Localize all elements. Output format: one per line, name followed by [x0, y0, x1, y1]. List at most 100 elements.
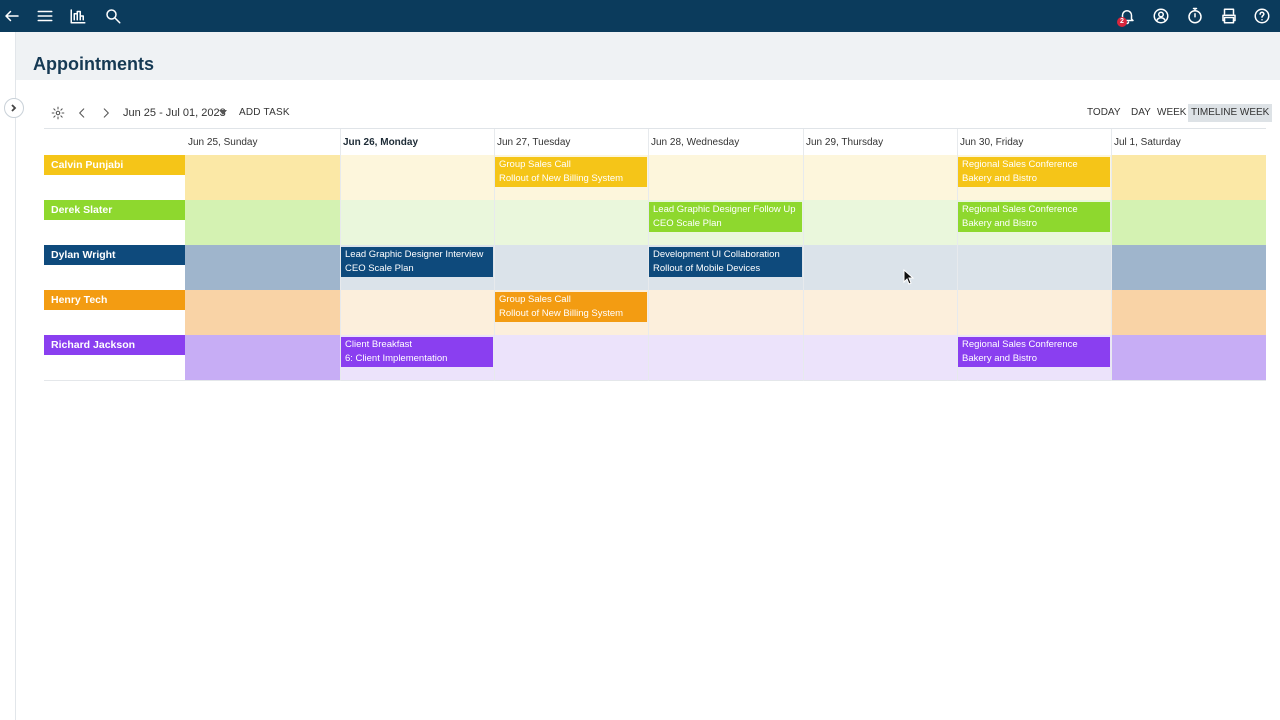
column-divider	[340, 129, 341, 381]
appointment-subtitle: CEO Scale Plan	[653, 218, 722, 229]
schedule-cell[interactable]	[957, 245, 1111, 290]
left-rail	[0, 32, 16, 720]
schedule-cell[interactable]	[803, 290, 957, 335]
appointment-title: Group Sales Call	[499, 159, 571, 170]
chevron-right-icon	[103, 108, 109, 118]
schedule-cell[interactable]	[803, 335, 957, 380]
chevron-left-icon	[79, 108, 85, 118]
add-task-button[interactable]: ADD TASK	[239, 107, 290, 118]
view-week-button[interactable]: WEEK	[1154, 104, 1189, 122]
schedule-cell[interactable]	[494, 245, 648, 290]
schedule-cell[interactable]	[494, 335, 648, 380]
schedule-cell[interactable]	[803, 245, 957, 290]
appointment-subtitle: Rollout of New Billing System	[499, 173, 624, 184]
resource-label[interactable]: Richard Jackson	[44, 335, 185, 355]
resource-label[interactable]: Dylan Wright	[44, 245, 185, 265]
user-circle-icon[interactable]	[1149, 4, 1173, 28]
day-header: Jun 25, Sunday	[188, 137, 258, 148]
schedule-cell[interactable]	[185, 290, 340, 335]
resource-label[interactable]: Calvin Punjabi	[44, 155, 185, 175]
appointment-event[interactable]: Development UI Collaboration Rollout of M…	[649, 247, 802, 277]
schedule-cell[interactable]	[1111, 155, 1266, 200]
page-header	[16, 32, 1280, 80]
appointment-title: Lead Graphic Designer Interview	[345, 249, 484, 260]
column-divider	[1111, 129, 1112, 381]
appointment-event[interactable]: Regional Sales Conference Bakery and Bist…	[958, 157, 1110, 187]
column-divider	[957, 129, 958, 381]
appointment-title: Lead Graphic Designer Follow Up	[653, 204, 796, 215]
appointment-title: Regional Sales Conference	[962, 339, 1078, 350]
appointment-subtitle: Rollout of New Billing System	[499, 308, 624, 319]
day-header: Jul 1, Saturday	[1114, 137, 1181, 148]
help-icon[interactable]	[1250, 4, 1274, 28]
appointment-title: Regional Sales Conference	[962, 204, 1078, 215]
grid-top-border	[44, 128, 1266, 129]
column-divider	[803, 129, 804, 381]
appointment-subtitle: 6: Client Implementation	[345, 353, 448, 364]
schedule-cell[interactable]	[1111, 335, 1266, 380]
appointment-event[interactable]: Group Sales Call Rollout of New Billing S…	[495, 157, 647, 187]
previous-week-button[interactable]	[73, 104, 91, 122]
appointment-title: Client Breakfast	[345, 339, 413, 350]
schedule-cell[interactable]	[185, 155, 340, 200]
schedule-cell[interactable]	[648, 290, 803, 335]
menu-icon[interactable]	[33, 4, 57, 28]
chart-icon[interactable]	[66, 4, 90, 28]
schedule-cell[interactable]	[803, 200, 957, 245]
appointment-event[interactable]: Regional Sales Conference Bakery and Bist…	[958, 202, 1110, 232]
schedule-cell[interactable]	[1111, 200, 1266, 245]
day-header: Jun 28, Wednesday	[651, 137, 740, 148]
column-divider	[648, 129, 649, 381]
appointment-event[interactable]: Lead Graphic Designer Interview CEO Scale…	[341, 247, 493, 277]
back-arrow-icon[interactable]	[0, 4, 24, 28]
appointment-event[interactable]: Group Sales Call Rollout of New Billing S…	[495, 292, 647, 322]
schedule-cell[interactable]	[340, 290, 494, 335]
appointment-event[interactable]: Lead Graphic Designer Follow Up CEO Scale…	[649, 202, 802, 232]
view-timeline-week-button[interactable]: TIMELINE WEEK	[1188, 104, 1273, 122]
timer-icon[interactable]	[1183, 4, 1207, 28]
appointment-subtitle: Bakery and Bistro	[962, 218, 1037, 229]
schedule-cell[interactable]	[648, 335, 803, 380]
chevron-right-icon	[11, 104, 17, 112]
appointment-title: Regional Sales Conference	[962, 159, 1078, 170]
day-header: Jun 29, Thursday	[806, 137, 884, 148]
appointment-title: Development UI Collaboration	[653, 249, 780, 260]
appointment-subtitle: Rollout of Mobile Devices	[653, 263, 761, 274]
notification-count-badge: 2	[1117, 17, 1127, 27]
schedule-cell[interactable]	[1111, 245, 1266, 290]
appointment-subtitle: Bakery and Bistro	[962, 173, 1037, 184]
schedule-cell[interactable]	[185, 245, 340, 290]
appointment-subtitle: CEO Scale Plan	[345, 263, 414, 274]
schedule-cell[interactable]	[185, 335, 340, 380]
schedule-cell[interactable]	[1111, 290, 1266, 335]
top-app-bar: 2	[0, 0, 1280, 32]
row-divider	[44, 380, 1266, 381]
day-header: Jun 30, Friday	[960, 137, 1024, 148]
schedule-cell[interactable]	[648, 155, 803, 200]
appointment-event[interactable]: Regional Sales Conference Bakery and Bist…	[958, 337, 1110, 367]
gear-icon[interactable]	[49, 104, 67, 122]
search-icon[interactable]	[101, 4, 125, 28]
date-range-selector[interactable]: Jun 25 - Jul 01, 2023	[123, 107, 226, 119]
appointment-title: Group Sales Call	[499, 294, 571, 305]
resource-label[interactable]: Derek Slater	[44, 200, 185, 220]
expand-sidebar-button[interactable]	[4, 98, 24, 118]
view-today-button[interactable]: TODAY	[1084, 104, 1124, 122]
schedule-cell[interactable]	[340, 200, 494, 245]
schedule-cell[interactable]	[803, 155, 957, 200]
resource-label[interactable]: Henry Tech	[44, 290, 185, 310]
view-day-button[interactable]: DAY	[1128, 104, 1154, 122]
schedule-cell[interactable]	[185, 200, 340, 245]
page-title: Appointments	[33, 54, 154, 74]
chevron-down-icon[interactable]	[219, 110, 227, 115]
column-divider	[494, 129, 495, 381]
day-header: Jun 26, Monday	[343, 137, 419, 148]
day-header: Jun 27, Tuesday	[497, 137, 571, 148]
schedule-cell[interactable]	[494, 200, 648, 245]
appointment-subtitle: Bakery and Bistro	[962, 353, 1037, 364]
schedule-cell[interactable]	[340, 155, 494, 200]
schedule-cell[interactable]	[957, 290, 1111, 335]
appointment-event[interactable]: Client Breakfast 6: Client Implementation	[341, 337, 493, 367]
printer-icon[interactable]	[1217, 4, 1241, 28]
next-week-button[interactable]	[97, 104, 115, 122]
